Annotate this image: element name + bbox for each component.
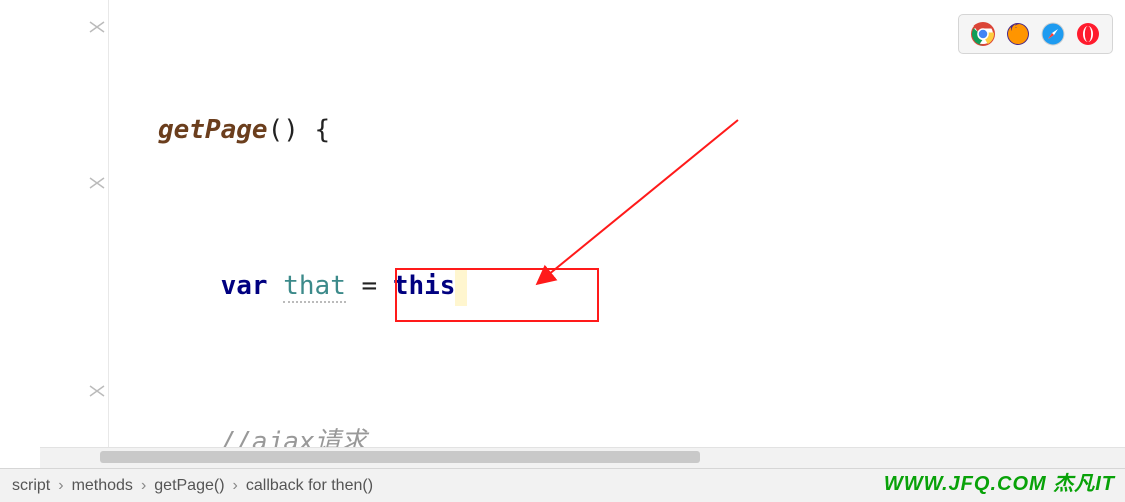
breadcrumb-item[interactable]: methods xyxy=(72,477,133,495)
chevron-right-icon: › xyxy=(141,477,146,495)
breadcrumb-item[interactable]: script xyxy=(12,477,50,495)
code-line: getPage() { xyxy=(158,104,1125,156)
firefox-icon xyxy=(1006,22,1030,46)
horizontal-scrollbar[interactable] xyxy=(40,447,1125,468)
fold-marker-icon[interactable] xyxy=(88,20,106,34)
code-line: var that = this xyxy=(158,260,1125,312)
code-block: getPage() { var that = this //ajax请求 axi… xyxy=(108,0,1125,448)
comment: //ajax请求 xyxy=(221,427,367,448)
fold-marker-icon[interactable] xyxy=(88,384,106,398)
code-line: //ajax请求 xyxy=(158,416,1125,448)
chevron-right-icon: › xyxy=(233,477,238,495)
gutter xyxy=(0,0,109,448)
chevron-right-icon: › xyxy=(58,477,63,495)
browser-badge-bar xyxy=(958,14,1113,54)
breadcrumb-item[interactable]: getPage() xyxy=(154,477,224,495)
watermark-text: WWW.JFQ.COM 杰凡IT xyxy=(884,467,1115,496)
code-editor[interactable]: getPage() { var that = this //ajax请求 axi… xyxy=(108,0,1125,448)
safari-icon xyxy=(1041,22,1065,46)
keyword-var: var xyxy=(221,271,268,301)
chrome-icon xyxy=(971,22,995,46)
keyword-this: this xyxy=(393,271,456,301)
fold-marker-icon[interactable] xyxy=(88,176,106,190)
identifier-getpage: getPage xyxy=(158,115,268,145)
caret xyxy=(455,268,467,306)
identifier-that: that xyxy=(283,271,346,303)
opera-icon xyxy=(1076,22,1100,46)
scrollbar-thumb[interactable] xyxy=(100,451,700,463)
breadcrumb-item[interactable]: callback for then() xyxy=(246,477,373,495)
